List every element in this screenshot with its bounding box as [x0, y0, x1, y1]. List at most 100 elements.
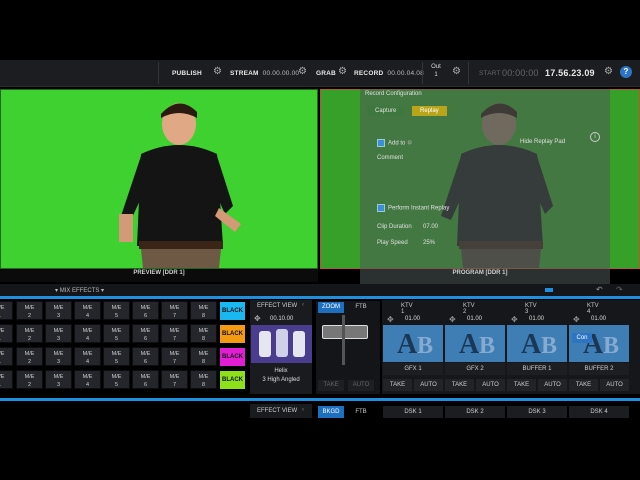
- info-icon[interactable]: i: [590, 132, 600, 142]
- me-button[interactable]: M/E 7: [161, 347, 188, 366]
- ftb-button[interactable]: FTB: [348, 302, 374, 313]
- chevron-left-icon[interactable]: ‹: [302, 407, 304, 413]
- me-button[interactable]: M/E 5: [103, 301, 130, 320]
- help-icon[interactable]: ?: [620, 66, 632, 78]
- me-button[interactable]: M/E 2: [16, 370, 43, 389]
- ktv-take-button[interactable]: TAKE: [569, 379, 598, 391]
- black-button[interactable]: BLACK: [220, 371, 245, 389]
- move-icon[interactable]: ✥: [254, 314, 261, 323]
- black-button[interactable]: BLACK: [220, 302, 245, 320]
- me-button[interactable]: M/E 7: [161, 324, 188, 343]
- me-button[interactable]: M/E 6: [132, 301, 159, 320]
- configure-tooltip[interactable]: Con: [572, 333, 592, 343]
- add-to-checkbox[interactable]: Add to ⚙: [377, 139, 412, 147]
- tab-capture[interactable]: Capture: [367, 106, 405, 116]
- dsk-tab[interactable]: DSK 2: [445, 406, 505, 418]
- auto-button[interactable]: AUTO: [348, 380, 374, 391]
- t-bar-handle[interactable]: [322, 325, 368, 339]
- effect-duration[interactable]: 00.10.00: [270, 316, 293, 322]
- move-icon[interactable]: ✥: [387, 315, 394, 324]
- me-button[interactable]: M/E 3: [45, 370, 72, 389]
- me-button[interactable]: M/E 7: [161, 301, 188, 320]
- ktv-source-select[interactable]: GFX 1: [383, 363, 443, 375]
- black-button[interactable]: BLACK: [220, 325, 245, 343]
- output-selector[interactable]: Out 1: [428, 63, 444, 79]
- ktv-thumbnail[interactable]: AB: [383, 325, 443, 362]
- grab-button[interactable]: GRAB: [316, 60, 336, 86]
- ftb-button-2[interactable]: FTB: [348, 406, 374, 418]
- grab-gear-icon[interactable]: ⚙: [338, 67, 348, 77]
- me-button[interactable]: M/E 6: [132, 347, 159, 366]
- dsk-tab[interactable]: DSK 3: [507, 406, 567, 418]
- tab-replay[interactable]: Replay: [412, 106, 447, 116]
- me-button[interactable]: M/E 5: [103, 370, 130, 389]
- me-button[interactable]: M/E1: [0, 301, 13, 320]
- move-icon[interactable]: ✥: [511, 315, 518, 324]
- ktv-auto-button[interactable]: AUTO: [414, 379, 443, 391]
- ktv-take-button[interactable]: TAKE: [383, 379, 412, 391]
- ktv-duration[interactable]: 01.00: [405, 316, 420, 322]
- me-button[interactable]: M/E 5: [103, 324, 130, 343]
- me-button[interactable]: M/E 8: [190, 301, 217, 320]
- me-button[interactable]: M/E 2: [16, 324, 43, 343]
- record-button[interactable]: RECORD 00.00.04.08: [354, 60, 424, 86]
- mix-effects-toggle[interactable]: ▾ MIX EFFECTS ▾: [55, 287, 104, 294]
- ktv-take-button[interactable]: TAKE: [445, 379, 474, 391]
- bkgd-button[interactable]: BKGD: [318, 406, 344, 418]
- add-to-gear-icon[interactable]: ⚙: [407, 141, 412, 147]
- dsk-tab[interactable]: DSK 1: [383, 406, 443, 418]
- me-button[interactable]: M/E1: [0, 347, 13, 366]
- record-gear-icon[interactable]: ⚙: [452, 67, 462, 77]
- ktv-auto-button[interactable]: AUTO: [600, 379, 629, 391]
- me-button[interactable]: M/E 8: [190, 324, 217, 343]
- scroll-indicator[interactable]: [545, 288, 553, 292]
- move-icon[interactable]: ✥: [449, 315, 456, 324]
- me-button[interactable]: M/E 4: [74, 324, 101, 343]
- ktv-source-select[interactable]: BUFFER 2: [569, 363, 629, 375]
- ktv-source-select[interactable]: BUFFER 1: [507, 363, 567, 375]
- ktv-thumbnail[interactable]: AB: [445, 325, 505, 362]
- me-button[interactable]: M/E 5: [103, 347, 130, 366]
- me-button[interactable]: M/E 2: [16, 301, 43, 320]
- play-speed-value[interactable]: 25%: [423, 240, 435, 246]
- me-button[interactable]: M/E 4: [74, 301, 101, 320]
- publish-gear-icon[interactable]: ⚙: [213, 67, 223, 77]
- ktv-source-select[interactable]: GFX 2: [445, 363, 505, 375]
- me-button[interactable]: M/E1: [0, 324, 13, 343]
- black-button[interactable]: BLACK: [220, 348, 245, 366]
- ktv-duration[interactable]: 01.00: [591, 316, 606, 322]
- me-button[interactable]: M/E1: [0, 370, 13, 389]
- publish-button[interactable]: PUBLISH: [172, 60, 202, 86]
- me-button[interactable]: M/E 8: [190, 370, 217, 389]
- ktv-duration[interactable]: 01.00: [467, 316, 482, 322]
- move-icon[interactable]: ✥: [573, 315, 580, 324]
- take-button[interactable]: TAKE: [318, 380, 344, 391]
- preview-monitor[interactable]: [0, 89, 318, 269]
- me-button[interactable]: M/E 8: [190, 347, 217, 366]
- ktv-auto-button[interactable]: AUTO: [476, 379, 505, 391]
- me-button[interactable]: M/E 6: [132, 324, 159, 343]
- ktv-take-button[interactable]: TAKE: [507, 379, 536, 391]
- ktv-thumbnail[interactable]: AB: [569, 325, 629, 362]
- me-button[interactable]: M/E 6: [132, 370, 159, 389]
- ktv-auto-button[interactable]: AUTO: [538, 379, 567, 391]
- stream-button[interactable]: STREAM 00.00.00.00: [230, 60, 299, 86]
- me-button[interactable]: M/E 3: [45, 324, 72, 343]
- perform-instant-replay-checkbox[interactable]: Perform Instant Replay: [377, 204, 449, 212]
- ktv-thumbnail[interactable]: AB: [507, 325, 567, 362]
- me-button[interactable]: M/E 3: [45, 301, 72, 320]
- start-button[interactable]: START: [479, 60, 501, 86]
- chevron-left-icon[interactable]: ‹: [302, 302, 304, 308]
- me-button[interactable]: M/E 4: [74, 370, 101, 389]
- settings-gear-icon[interactable]: ⚙: [604, 67, 614, 77]
- me-button[interactable]: M/E 4: [74, 347, 101, 366]
- me-button[interactable]: M/E 3: [45, 347, 72, 366]
- stream-gear-icon[interactable]: ⚙: [298, 67, 308, 77]
- zoom-button[interactable]: ZOOM: [318, 302, 344, 313]
- redo-icon[interactable]: ↷: [616, 285, 623, 294]
- effect-thumbnail[interactable]: [251, 325, 312, 363]
- dsk-tab[interactable]: DSK 4: [569, 406, 629, 418]
- undo-icon[interactable]: ↶: [596, 285, 603, 294]
- ktv-duration[interactable]: 01.00: [529, 316, 544, 322]
- me-button[interactable]: M/E 7: [161, 370, 188, 389]
